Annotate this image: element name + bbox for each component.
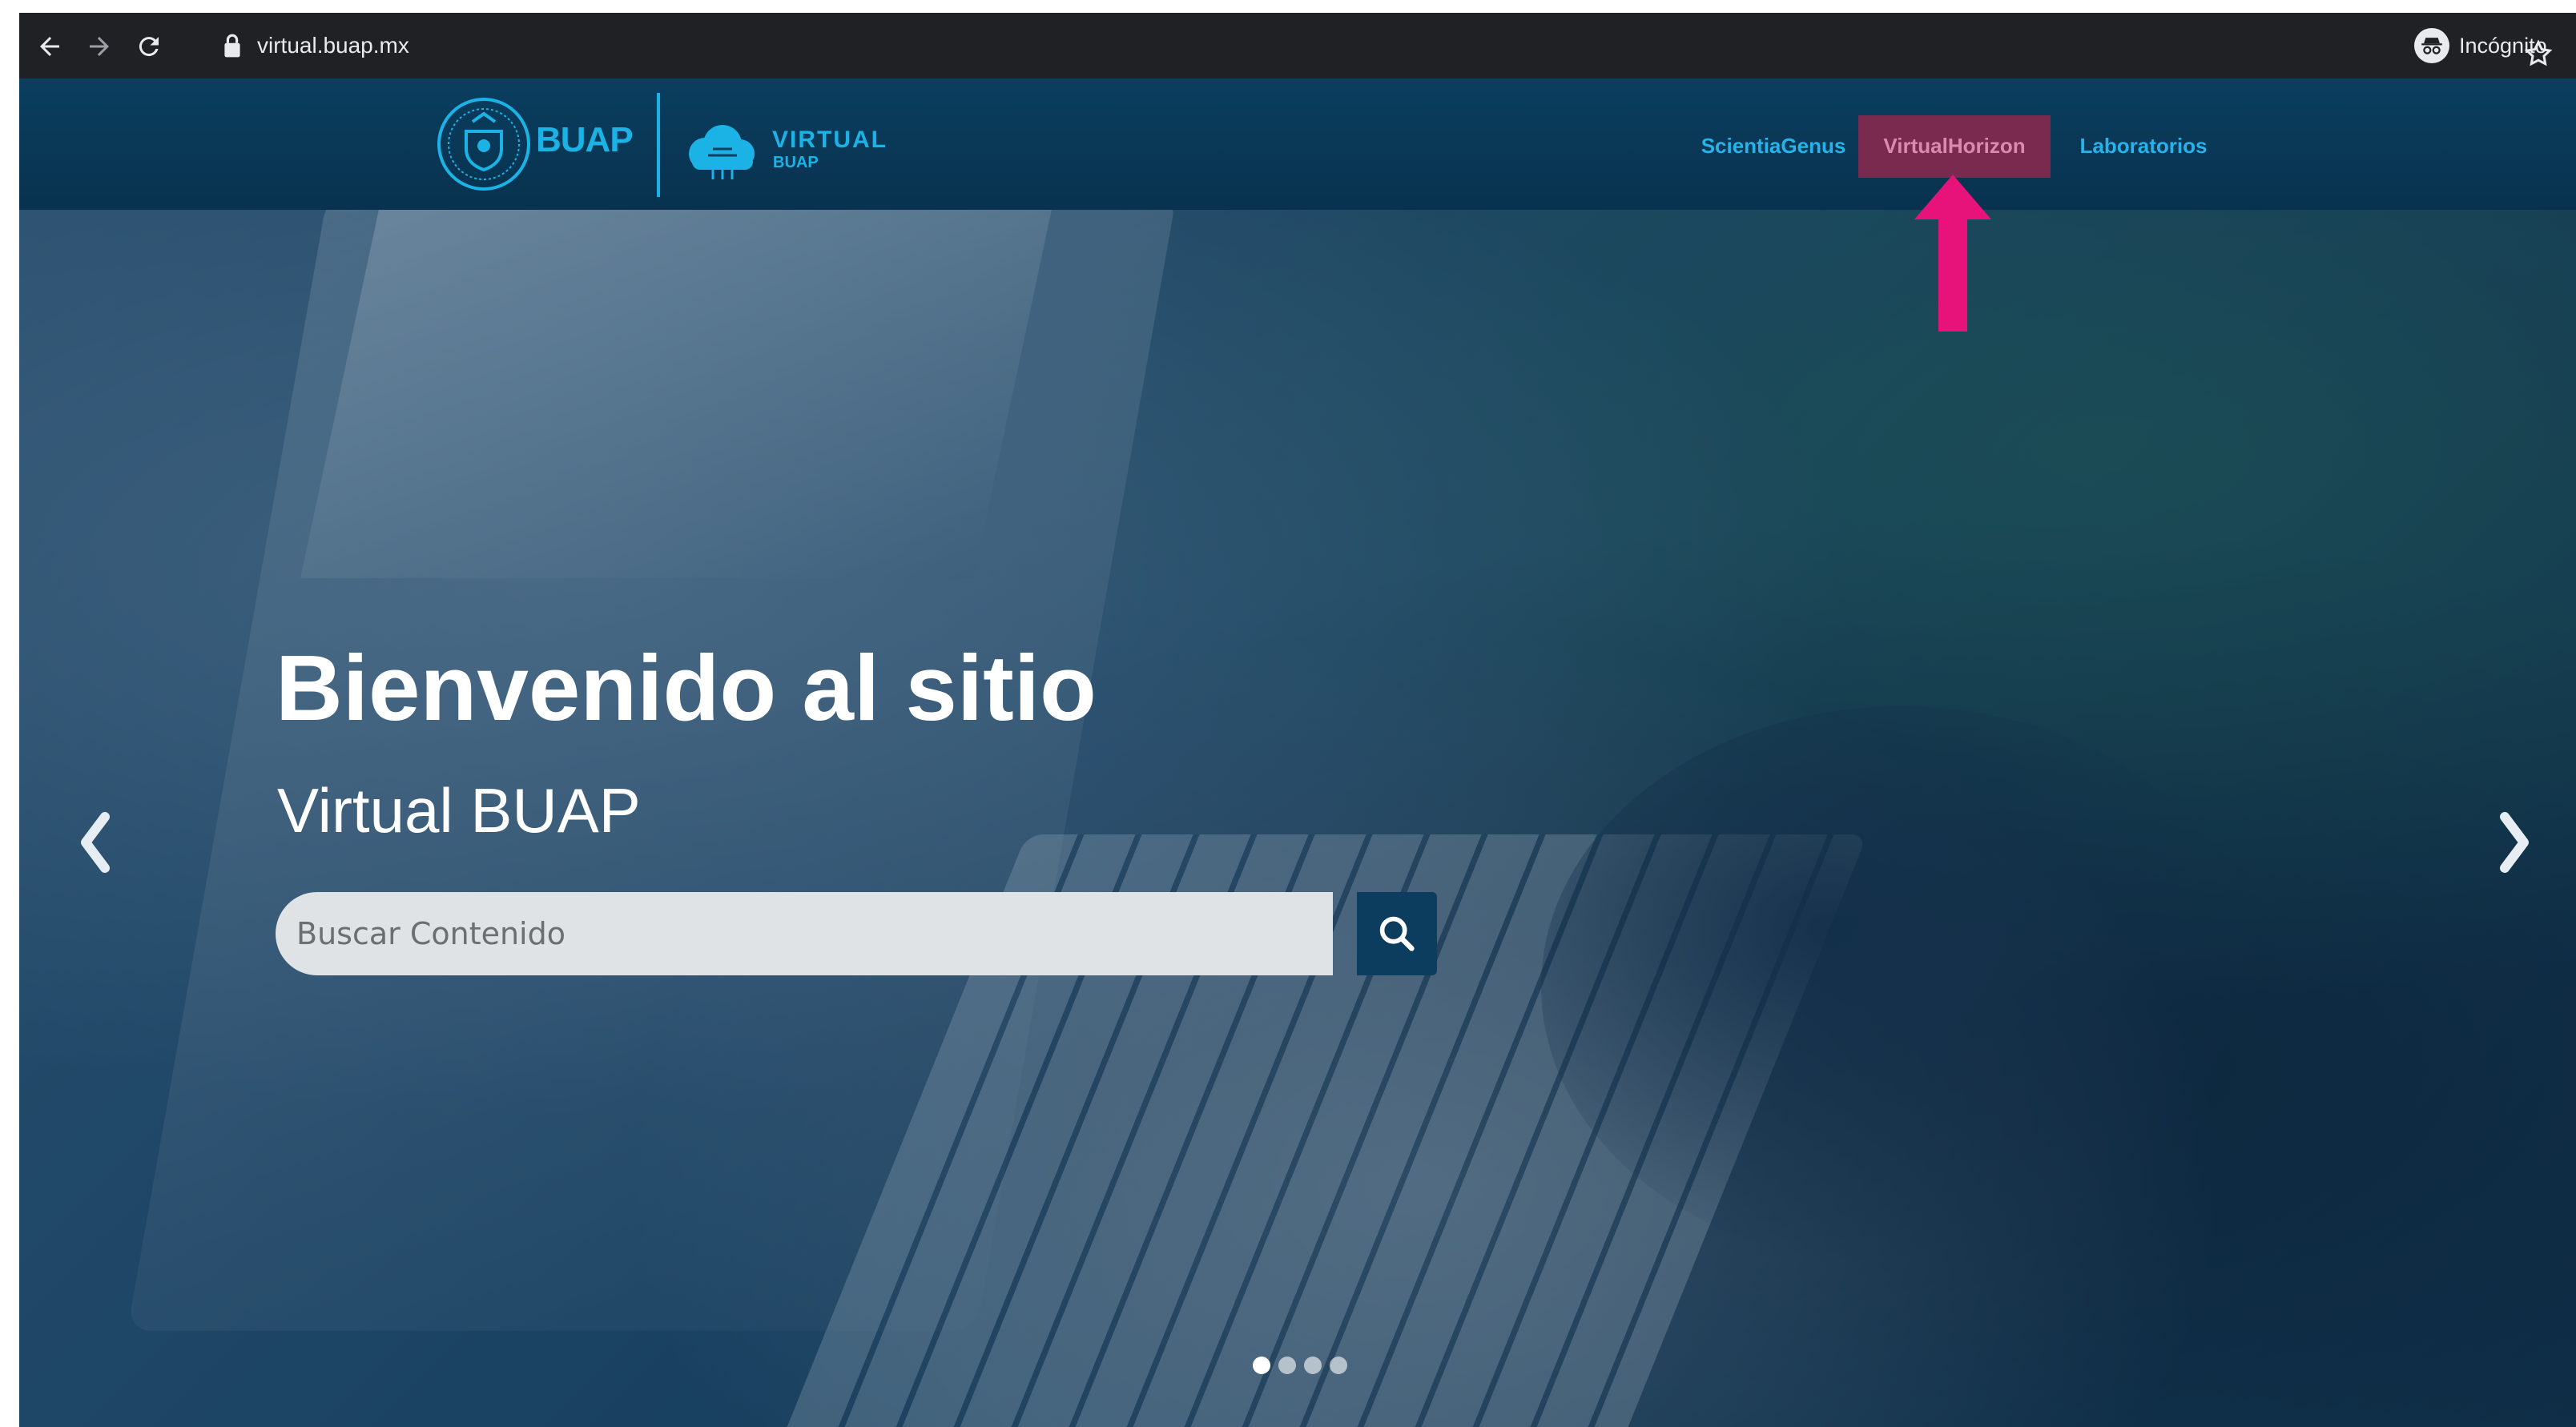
hero-title: Bienvenido al sitio <box>276 636 1097 740</box>
forward-arrow-icon[interactable] <box>83 30 115 62</box>
chevron-right-icon <box>2500 812 2529 873</box>
carousel-dot[interactable] <box>1330 1357 1347 1374</box>
arrow-up-icon <box>1914 175 1991 332</box>
incognito-icon <box>2414 28 2449 63</box>
buap-logo-text: BUAP <box>536 120 634 159</box>
cloud-logo-icon[interactable] <box>681 119 759 181</box>
hero-subtitle: Virtual BUAP <box>277 775 641 846</box>
buap-seal-logo[interactable] <box>436 93 532 195</box>
carousel-prev-button[interactable] <box>67 794 123 890</box>
search-icon <box>1379 916 1415 951</box>
virtual-logo-text: VIRTUAL <box>772 127 888 153</box>
lock-icon <box>224 34 240 58</box>
nav-laboratorios[interactable]: Laboratorios <box>2059 115 2228 178</box>
search-input[interactable] <box>276 892 1333 975</box>
nav-virtualhorizon[interactable]: VirtualHorizon <box>1858 115 2051 178</box>
virtual-logo-subtext: BUAP <box>773 154 819 171</box>
carousel-dot[interactable] <box>1253 1357 1270 1374</box>
url-text[interactable]: virtual.buap.mx <box>257 22 409 70</box>
back-arrow-icon[interactable] <box>34 30 66 62</box>
address-bar[interactable]: virtual.buap.mx <box>191 22 2553 70</box>
carousel-next-button[interactable] <box>2486 794 2542 890</box>
incognito-label: Incógnito <box>2459 33 2547 58</box>
reload-icon[interactable] <box>133 30 165 62</box>
hero-carousel: Bienvenido al sitio Virtual BUAP <box>19 210 2576 1427</box>
search-button[interactable] <box>1357 892 1437 975</box>
carousel-dot[interactable] <box>1304 1357 1322 1374</box>
carousel-dot[interactable] <box>1278 1357 1296 1374</box>
logo-divider <box>657 93 660 197</box>
incognito-badge[interactable]: Incógnito <box>2414 23 2547 68</box>
carousel-indicators <box>1253 1357 1347 1374</box>
nav-scientiagenus[interactable]: ScientiaGenus <box>1693 115 1854 178</box>
site-header: BUAP VIRTUAL BUAP ScientiaGenus VirtualH… <box>19 78 2576 210</box>
browser-toolbar: virtual.buap.mx Incógnito <box>19 13 2576 78</box>
chevron-left-icon <box>81 812 110 873</box>
